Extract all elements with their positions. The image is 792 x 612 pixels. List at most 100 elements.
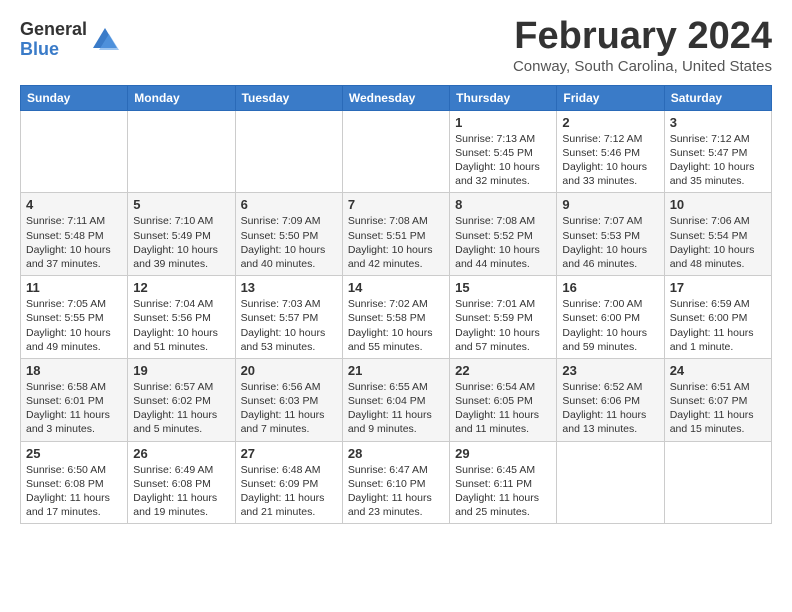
- week-row-2: 4 Sunrise: 7:11 AMSunset: 5:48 PMDaylight…: [21, 193, 772, 276]
- day-number: 12: [133, 280, 229, 295]
- calendar-cell: 15Sunrise: 7:01 AMSunset: 5:59 PMDayligh…: [450, 276, 557, 359]
- calendar-table: SundayMondayTuesdayWednesdayThursdayFrid…: [20, 85, 772, 524]
- location-title: Conway, South Carolina, United States: [513, 58, 772, 75]
- calendar-cell: 19 Sunrise: 6:57 AMSunset: 6:02 PMDayligh…: [128, 358, 235, 441]
- day-number: 27: [241, 446, 337, 461]
- calendar-cell: 18 Sunrise: 6:58 AMSunset: 6:01 PMDayligh…: [21, 358, 128, 441]
- day-number: 28: [348, 446, 444, 461]
- weekday-header-wednesday: Wednesday: [342, 85, 449, 110]
- day-number: 17: [670, 280, 766, 295]
- day-info: Sunrise: 7:08 AMSunset: 5:52 PMDaylight:…: [455, 214, 551, 271]
- calendar-cell: 20 Sunrise: 6:56 AMSunset: 6:03 PMDayligh…: [235, 358, 342, 441]
- day-info: Sunrise: 7:09 AMSunset: 5:50 PMDaylight:…: [241, 214, 337, 271]
- day-info: Sunrise: 6:55 AMSunset: 6:04 PMDaylight:…: [348, 380, 444, 437]
- day-number: 29: [455, 446, 551, 461]
- calendar-cell: 10 Sunrise: 7:06 AMSunset: 5:54 PMDayligh…: [664, 193, 771, 276]
- day-number: 11: [26, 280, 122, 295]
- day-info: Sunrise: 6:52 AMSunset: 6:06 PMDaylight:…: [562, 380, 658, 437]
- logo: General Blue: [20, 20, 119, 60]
- calendar-cell: 29 Sunrise: 6:45 AMSunset: 6:11 PMDayligh…: [450, 441, 557, 524]
- calendar-cell: 6 Sunrise: 7:09 AMSunset: 5:50 PMDaylight…: [235, 193, 342, 276]
- calendar-cell: 2Sunrise: 7:12 AMSunset: 5:46 PMDaylight…: [557, 110, 664, 193]
- week-row-5: 25Sunrise: 6:50 AMSunset: 6:08 PMDayligh…: [21, 441, 772, 524]
- day-number: 14: [348, 280, 444, 295]
- day-number: 2: [562, 115, 658, 130]
- calendar-cell: 28Sunrise: 6:47 AMSunset: 6:10 PMDayligh…: [342, 441, 449, 524]
- weekday-header-saturday: Saturday: [664, 85, 771, 110]
- calendar-cell: 14 Sunrise: 7:02 AMSunset: 5:58 PMDayligh…: [342, 276, 449, 359]
- day-number: 15: [455, 280, 551, 295]
- calendar-cell: 23 Sunrise: 6:52 AMSunset: 6:06 PMDayligh…: [557, 358, 664, 441]
- day-info: Sunrise: 6:57 AMSunset: 6:02 PMDaylight:…: [133, 380, 229, 437]
- calendar-cell: 26 Sunrise: 6:49 AMSunset: 6:08 PMDayligh…: [128, 441, 235, 524]
- header: General Blue February 2024 Conway, South…: [20, 16, 772, 75]
- calendar-cell: 13Sunrise: 7:03 AMSunset: 5:57 PMDayligh…: [235, 276, 342, 359]
- calendar-cell: 12 Sunrise: 7:04 AMSunset: 5:56 PMDayligh…: [128, 276, 235, 359]
- logo-icon: [91, 26, 119, 54]
- calendar-cell: 3 Sunrise: 7:12 AMSunset: 5:47 PMDaylight…: [664, 110, 771, 193]
- weekday-header-row: SundayMondayTuesdayWednesdayThursdayFrid…: [21, 85, 772, 110]
- day-number: 3: [670, 115, 766, 130]
- weekday-header-thursday: Thursday: [450, 85, 557, 110]
- day-number: 19: [133, 363, 229, 378]
- calendar-cell: 22Sunrise: 6:54 AMSunset: 6:05 PMDayligh…: [450, 358, 557, 441]
- day-info: Sunrise: 7:06 AMSunset: 5:54 PMDaylight:…: [670, 214, 766, 271]
- day-info: Sunrise: 7:02 AMSunset: 5:58 PMDaylight:…: [348, 297, 444, 354]
- day-number: 5: [133, 197, 229, 212]
- day-info: Sunrise: 7:07 AMSunset: 5:53 PMDaylight:…: [562, 214, 658, 271]
- day-info: Sunrise: 6:51 AMSunset: 6:07 PMDaylight:…: [670, 380, 766, 437]
- week-row-3: 11 Sunrise: 7:05 AMSunset: 5:55 PMDayligh…: [21, 276, 772, 359]
- day-number: 6: [241, 197, 337, 212]
- day-number: 1: [455, 115, 551, 130]
- calendar-cell: [557, 441, 664, 524]
- logo-blue-text: Blue: [20, 40, 87, 60]
- calendar-cell: [235, 110, 342, 193]
- calendar-cell: [342, 110, 449, 193]
- day-info: Sunrise: 6:58 AMSunset: 6:01 PMDaylight:…: [26, 380, 122, 437]
- weekday-header-friday: Friday: [557, 85, 664, 110]
- day-number: 16: [562, 280, 658, 295]
- week-row-1: 1 Sunrise: 7:13 AMSunset: 5:45 PMDaylight…: [21, 110, 772, 193]
- calendar-cell: 1 Sunrise: 7:13 AMSunset: 5:45 PMDaylight…: [450, 110, 557, 193]
- day-info: Sunrise: 7:12 AMSunset: 5:47 PMDaylight:…: [670, 132, 766, 189]
- day-info: Sunrise: 7:04 AMSunset: 5:56 PMDaylight:…: [133, 297, 229, 354]
- day-number: 20: [241, 363, 337, 378]
- calendar-cell: [664, 441, 771, 524]
- day-info: Sunrise: 7:03 AMSunset: 5:57 PMDaylight:…: [241, 297, 337, 354]
- calendar-cell: 16 Sunrise: 7:00 AMSunset: 6:00 PMDayligh…: [557, 276, 664, 359]
- day-info: Sunrise: 7:00 AMSunset: 6:00 PMDaylight:…: [562, 297, 658, 354]
- week-row-4: 18 Sunrise: 6:58 AMSunset: 6:01 PMDayligh…: [21, 358, 772, 441]
- day-info: Sunrise: 6:56 AMSunset: 6:03 PMDaylight:…: [241, 380, 337, 437]
- weekday-header-tuesday: Tuesday: [235, 85, 342, 110]
- day-info: Sunrise: 7:08 AMSunset: 5:51 PMDaylight:…: [348, 214, 444, 271]
- day-number: 23: [562, 363, 658, 378]
- day-info: Sunrise: 7:10 AMSunset: 5:49 PMDaylight:…: [133, 214, 229, 271]
- day-number: 18: [26, 363, 122, 378]
- day-info: Sunrise: 7:11 AMSunset: 5:48 PMDaylight:…: [26, 214, 122, 271]
- day-number: 22: [455, 363, 551, 378]
- calendar-cell: 7Sunrise: 7:08 AMSunset: 5:51 PMDaylight…: [342, 193, 449, 276]
- calendar-cell: [128, 110, 235, 193]
- calendar-cell: 21Sunrise: 6:55 AMSunset: 6:04 PMDayligh…: [342, 358, 449, 441]
- day-number: 9: [562, 197, 658, 212]
- day-info: Sunrise: 7:13 AMSunset: 5:45 PMDaylight:…: [455, 132, 551, 189]
- day-number: 8: [455, 197, 551, 212]
- calendar-cell: 5 Sunrise: 7:10 AMSunset: 5:49 PMDaylight…: [128, 193, 235, 276]
- day-info: Sunrise: 6:45 AMSunset: 6:11 PMDaylight:…: [455, 463, 551, 520]
- calendar-cell: 9 Sunrise: 7:07 AMSunset: 5:53 PMDaylight…: [557, 193, 664, 276]
- day-info: Sunrise: 6:49 AMSunset: 6:08 PMDaylight:…: [133, 463, 229, 520]
- calendar-cell: 25Sunrise: 6:50 AMSunset: 6:08 PMDayligh…: [21, 441, 128, 524]
- month-title: February 2024: [513, 16, 772, 58]
- title-area: February 2024 Conway, South Carolina, Un…: [513, 16, 772, 75]
- day-number: 4: [26, 197, 122, 212]
- day-number: 26: [133, 446, 229, 461]
- calendar-cell: 17 Sunrise: 6:59 AMSunset: 6:00 PMDayligh…: [664, 276, 771, 359]
- calendar-cell: 27Sunrise: 6:48 AMSunset: 6:09 PMDayligh…: [235, 441, 342, 524]
- logo-general-text: General: [20, 20, 87, 40]
- day-number: 24: [670, 363, 766, 378]
- day-number: 10: [670, 197, 766, 212]
- day-info: Sunrise: 7:05 AMSunset: 5:55 PMDaylight:…: [26, 297, 122, 354]
- calendar-cell: [21, 110, 128, 193]
- calendar-cell: 24 Sunrise: 6:51 AMSunset: 6:07 PMDayligh…: [664, 358, 771, 441]
- day-info: Sunrise: 6:59 AMSunset: 6:00 PMDaylight:…: [670, 297, 766, 354]
